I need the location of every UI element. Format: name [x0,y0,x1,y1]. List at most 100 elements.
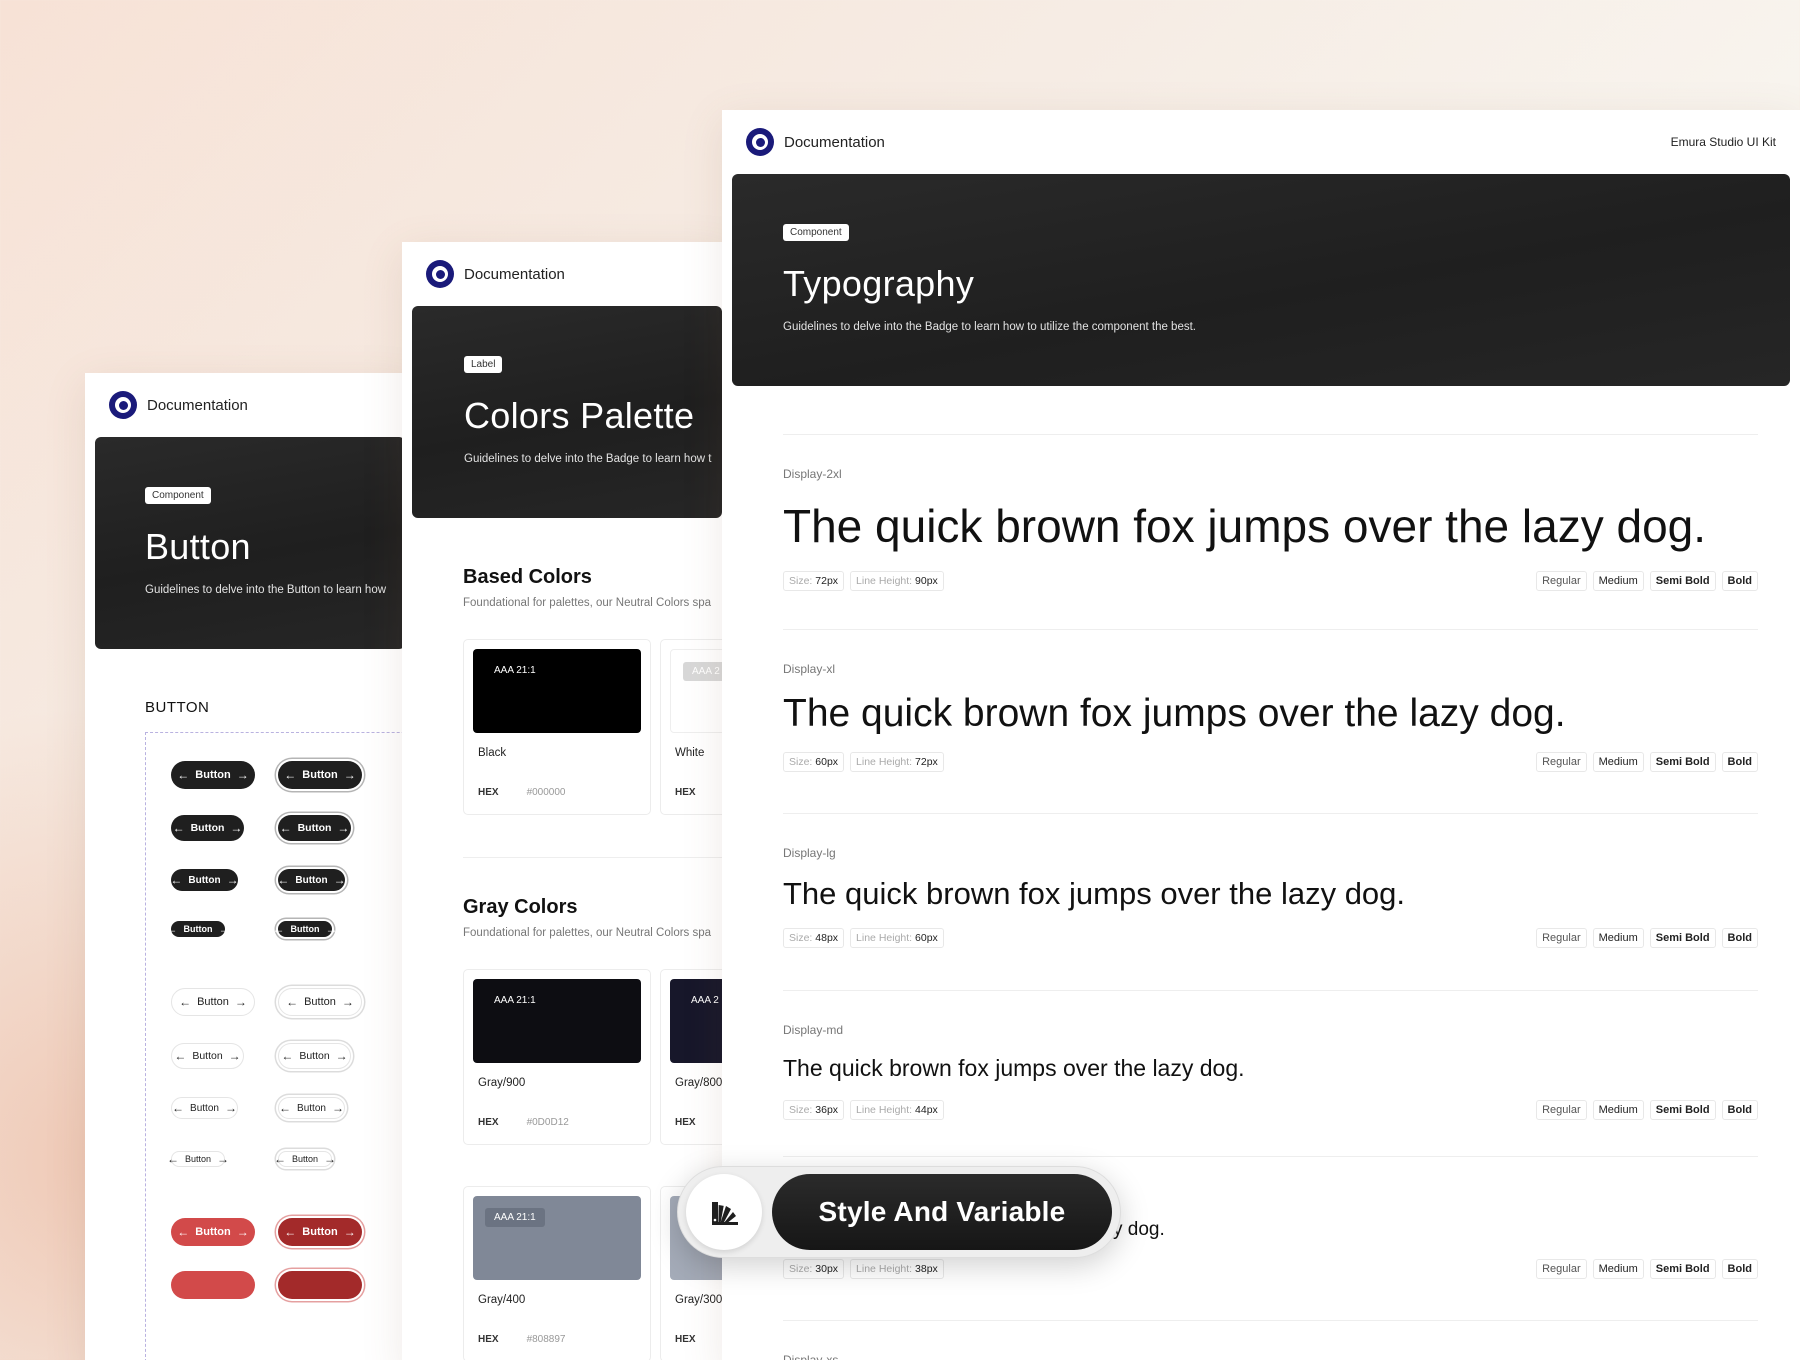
button-variant[interactable]: ← Button → [274,1151,336,1167]
button-variant[interactable]: ← Button → [278,988,362,1016]
button-label: Button [195,769,231,781]
weight-medium[interactable]: Medium [1592,752,1644,772]
button-label: Button [302,1226,338,1238]
gray-colors-subtitle: Foundational for palettes, our Neutral C… [463,927,712,939]
type-meta: Size: 60px Line Height: 72px Regular Med… [783,752,1758,772]
style-and-variable-button[interactable]: Style And Variable [772,1174,1112,1250]
logo-icon[interactable] [426,260,454,288]
button-variant[interactable]: ← Button → [278,815,351,841]
button-variant[interactable]: ← Button → [170,869,239,891]
weight-medium[interactable]: Medium [1592,928,1644,948]
page-subtitle: Guidelines to delve into the Button to l… [145,584,387,596]
weight-regular[interactable]: Regular [1536,571,1587,591]
arrow-left-icon: ← [284,768,297,782]
button-doc-panel: Documentation Component Button Guideline… [85,373,415,1360]
arrow-right-icon: → [324,1152,337,1166]
hero-banner: Label Colors Palette Guidelines to delve… [412,306,722,518]
button-variant[interactable]: ← Button → [171,815,244,841]
weight-bold[interactable]: Bold [1721,571,1758,591]
button-label: Button [290,924,320,934]
page-title: Typography [783,263,975,304]
weight-bold[interactable]: Bold [1721,752,1758,772]
button-variant[interactable]: ← Button → [277,869,346,891]
doc-label[interactable]: Documentation [147,397,248,414]
button-variant[interactable]: ← Button → [171,988,255,1016]
weight-regular[interactable]: Regular [1536,1259,1587,1279]
arrow-left-icon: ← [172,821,185,835]
weight-medium[interactable]: Medium [1592,571,1644,591]
swatch-hex: HEX #000000 [478,787,650,798]
contrast-badge: AAA 21:1 [485,1208,545,1227]
arrow-left-icon: ← [172,1101,185,1115]
button-variant[interactable]: ← Button → [171,1097,238,1119]
arrow-right-icon: → [337,821,350,835]
button-variant[interactable]: ← Button → [278,1218,362,1246]
arrow-left-icon: ← [272,922,285,936]
hex-value: #000000 [526,787,566,798]
weight-medium[interactable]: Medium [1592,1259,1644,1279]
hex-key: HEX [675,1334,696,1345]
type-name: Display-xl [783,662,836,676]
weight-regular[interactable]: Regular [1536,1100,1587,1120]
type-meta: Size: 48px Line Height: 60px Regular Med… [783,928,1758,948]
kit-label[interactable]: Emura Studio UI Kit [1671,135,1776,149]
hero-badge: Component [145,487,211,504]
button-label: Button [297,1102,326,1114]
hex-key: HEX [478,787,499,798]
weight-medium[interactable]: Medium [1592,1100,1644,1120]
swatch: AAA 21:1 [473,1196,641,1280]
weight-regular[interactable]: Regular [1536,752,1587,772]
hex-key: HEX [675,1117,696,1128]
button-variant[interactable] [278,1271,362,1299]
button-variant[interactable] [171,1271,255,1299]
button-variant[interactable]: ← Button → [171,761,255,789]
button-variant[interactable]: ← Button → [171,1218,255,1246]
type-sample: The quick brown fox jumps over the lazy … [783,500,1707,552]
arrow-right-icon: → [325,922,338,936]
type-name: Display-md [783,1023,844,1037]
button-variant[interactable]: ← Button → [273,921,338,937]
weight-regular[interactable]: Regular [1536,928,1587,948]
arrow-left-icon: ← [177,1225,190,1239]
arrow-right-icon: → [230,821,243,835]
arrow-left-icon: ← [279,1101,292,1115]
doc-label[interactable]: Documentation [784,134,885,151]
weight-semibold[interactable]: Semi Bold [1649,928,1716,948]
page-subtitle: Guidelines to delve into the Badge to le… [783,321,1196,333]
swatch-card-black[interactable]: AAA 21:1 Black HEX #000000 [463,639,651,815]
doc-label[interactable]: Documentation [464,266,565,283]
arrow-right-icon: → [331,1101,344,1115]
weight-semibold[interactable]: Semi Bold [1649,1259,1716,1279]
button-variant[interactable]: ← Button → [166,921,231,937]
logo-icon[interactable] [109,391,137,419]
button-label: Button [190,1102,219,1114]
swatch-card-gray-400[interactable]: AAA 21:1 Gray/400 HEX #808897 [463,1186,651,1360]
button-variant[interactable]: ← Button → [167,1151,229,1167]
button-variant[interactable]: ← Button → [171,1043,244,1069]
contrast-badge: AAA 2 [691,995,719,1006]
swatch-book-icon[interactable] [686,1174,762,1250]
weight-bold[interactable]: Bold [1721,1100,1758,1120]
swatch-card-gray-900[interactable]: AAA 21:1 Gray/900 HEX #0D0D12 [463,969,651,1145]
arrow-right-icon: → [333,873,346,887]
button-label: Button [291,1154,319,1164]
weight-bold[interactable]: Bold [1721,928,1758,948]
weight-semibold[interactable]: Semi Bold [1649,571,1716,591]
contrast-badge: AAA 21:1 [494,665,536,676]
line-height-chip: Line Height: 44px [850,1100,944,1120]
gray-colors-row: AAA 21:1 Gray/900 HEX #0D0D12 AAA 2 Gray… [463,969,732,1149]
weight-semibold[interactable]: Semi Bold [1649,752,1716,772]
hero-badge: Component [783,224,849,241]
logo-icon[interactable] [746,128,774,156]
arrow-right-icon: → [335,1049,348,1063]
button-label: Button [188,874,221,886]
type-meta: Size: 72px Line Height: 90px Regular Med… [783,571,1758,591]
type-name: Display-2xl [783,467,842,481]
button-variant[interactable]: ← Button → [278,1043,351,1069]
button-variant[interactable]: ← Button → [278,761,362,789]
weight-bold[interactable]: Bold [1721,1259,1758,1279]
weight-semibold[interactable]: Semi Bold [1649,1100,1716,1120]
arrow-left-icon: ← [284,1225,297,1239]
button-variant[interactable]: ← Button → [278,1097,345,1119]
style-variable-pill[interactable]: Style And Variable [677,1166,1121,1258]
